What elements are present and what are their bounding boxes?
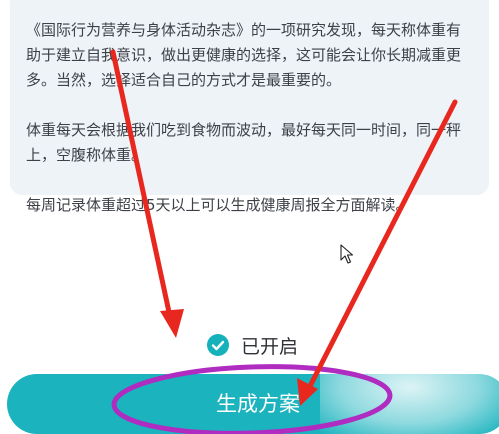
annotation-arrow-left-head (160, 309, 184, 338)
check-circle-icon (207, 334, 229, 356)
generate-plan-button[interactable]: 生成方案 (7, 374, 499, 434)
info-paragraph-weekly-report: 每周记录体重超过5天以上可以生成健康周报全方面解读。 (26, 196, 411, 214)
info-paragraph-study: 《国际行为营养与身体活动杂志》的一项研究发现，每天称体重有助于建立自我意识，做出… (26, 21, 462, 89)
enabled-status[interactable]: 已开启 (207, 332, 298, 358)
mouse-cursor-icon (340, 244, 354, 264)
info-card: 《国际行为营养与身体活动杂志》的一项研究发现，每天称体重有助于建立自我意识，做出… (10, 0, 489, 214)
status-label: 已开启 (241, 335, 299, 358)
info-paragraph-fluctuation: 体重每天会根据我们吃到食物而波动，最好每天同一时间，同一秤上，空腹称体重。 (26, 121, 462, 164)
